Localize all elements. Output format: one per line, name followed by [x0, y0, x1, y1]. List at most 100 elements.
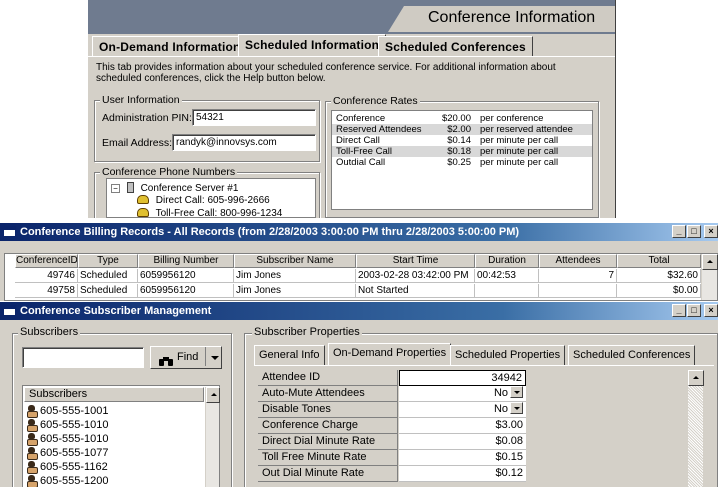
subscriber-title-bar[interactable]: Conference Subscriber Management _ □ ×: [0, 302, 718, 320]
person-icon: [27, 461, 38, 474]
list-item[interactable]: 605-555-1200: [27, 474, 109, 487]
rate-unit: per minute per call: [480, 135, 559, 146]
cell-billing-number[interactable]: 6059956120: [138, 284, 234, 298]
maximize-button[interactable]: □: [687, 225, 701, 238]
scroll-up-button[interactable]: [688, 370, 704, 386]
email-field[interactable]: randyk@innovsys.com: [172, 134, 316, 151]
rate-row: Outdial Call $0.25 per minute per call: [332, 157, 592, 168]
person-icon: [27, 405, 38, 418]
rate-unit: per reserved attendee: [480, 124, 573, 135]
tab-divider: [88, 56, 615, 57]
subscriber-number: 605-555-1010: [40, 419, 109, 431]
cell-total[interactable]: $0.00: [617, 284, 701, 298]
subscriber-list-header[interactable]: Subscribers: [24, 387, 204, 402]
tab-scheduled-information[interactable]: Scheduled Information: [238, 34, 387, 56]
cell-duration[interactable]: 00:42:53: [475, 269, 539, 283]
close-button[interactable]: ×: [704, 225, 718, 238]
cell-type[interactable]: Scheduled: [78, 269, 138, 283]
conference-charge-field[interactable]: $3.00: [399, 418, 526, 434]
col-header-attendees[interactable]: Attendees: [539, 254, 617, 268]
tree-node-direct[interactable]: Direct Call: 605-996-2666: [137, 195, 270, 206]
list-item[interactable]: 605-555-1162: [27, 460, 108, 474]
maximize-button[interactable]: □: [687, 304, 701, 317]
cell-conference-id[interactable]: 49746: [15, 269, 78, 283]
col-header-billing-number[interactable]: Billing Number: [138, 254, 234, 268]
cell-start-time[interactable]: Not Started: [356, 284, 475, 298]
out-dial-rate-field[interactable]: $0.12: [399, 466, 526, 482]
email-label: Email Address:: [102, 137, 173, 149]
rate-price: $2.00: [447, 124, 471, 135]
direct-dial-rate-field[interactable]: $0.08: [399, 434, 526, 450]
tree-node-server[interactable]: − Conference Server #1: [111, 182, 238, 194]
list-item[interactable]: 605-555-1010: [27, 432, 109, 446]
cell-duration[interactable]: [475, 284, 539, 298]
tree-node-tollfree[interactable]: Toll-Free Call: 800-996-1234: [137, 208, 282, 218]
find-button[interactable]: Find: [150, 346, 222, 369]
scroll-up-button[interactable]: [206, 387, 220, 403]
cell-attendees[interactable]: 7: [539, 269, 617, 283]
minimize-button[interactable]: _: [672, 225, 686, 238]
rate-price: $0.18: [447, 146, 471, 157]
cell-subscriber-name[interactable]: Jim Jones: [234, 269, 356, 283]
rate-unit: per conference: [480, 113, 544, 124]
server-label: Conference Server #1: [140, 183, 239, 194]
rate-price: $20.00: [441, 113, 471, 124]
col-header-subscriber-name[interactable]: Subscriber Name: [234, 254, 356, 268]
minimize-button[interactable]: _: [672, 304, 686, 317]
attendee-id-field[interactable]: 34942: [399, 370, 526, 386]
collapse-icon[interactable]: −: [111, 184, 120, 193]
window-icon: [3, 226, 16, 237]
cell-total[interactable]: $32.60: [617, 269, 701, 283]
chevron-down-icon[interactable]: [510, 386, 523, 398]
subscriber-number: 605-555-1200: [40, 475, 109, 487]
disable-tones-select[interactable]: No: [399, 402, 526, 418]
rates-list: Conference $20.00 per conference Reserve…: [331, 110, 593, 210]
subscriber-management-window: Conference Subscriber Management _ □ × S…: [0, 302, 718, 487]
tab-description: This tab provides information about your…: [96, 62, 556, 84]
col-header-start-time[interactable]: Start Time: [356, 254, 475, 268]
col-header-type[interactable]: Type: [78, 254, 138, 268]
rate-row: Conference $20.00 per conference: [332, 113, 592, 124]
cell-start-time[interactable]: 2003-02-28 03:42:00 PM: [356, 269, 475, 283]
cell-subscriber-name[interactable]: Jim Jones: [234, 284, 356, 298]
tab-on-demand-information[interactable]: On-Demand Information: [92, 36, 248, 56]
phone-numbers-tree: − Conference Server #1 Direct Call: 605-…: [106, 178, 316, 218]
cell-attendees[interactable]: [539, 284, 617, 298]
col-header-duration[interactable]: Duration: [475, 254, 539, 268]
chevron-down-icon[interactable]: [510, 402, 523, 414]
tab-scheduled-properties[interactable]: Scheduled Properties: [450, 345, 566, 365]
list-item[interactable]: 605-555-1010: [27, 418, 109, 432]
billing-scrollbar[interactable]: [701, 254, 718, 300]
prop-label-toll-free-rate: Toll Free Minute Rate: [258, 450, 398, 466]
prop-label-out-dial-rate: Out Dial Minute Rate: [258, 466, 398, 482]
server-icon: [126, 182, 134, 193]
billing-grid: ConferenceID Type Billing Number Subscri…: [4, 253, 718, 301]
toll-free-rate-field[interactable]: $0.15: [399, 450, 526, 466]
tab-scheduled-conferences[interactable]: Scheduled Conferences: [568, 345, 696, 365]
subscriber-search-input[interactable]: [22, 347, 144, 368]
list-item[interactable]: 605-555-1001: [27, 404, 109, 418]
col-header-conferenceid[interactable]: ConferenceID: [15, 254, 78, 268]
properties-scrollbar[interactable]: [687, 370, 704, 487]
find-dropdown-icon[interactable]: [205, 347, 206, 366]
cell-billing-number[interactable]: 6059956120: [138, 269, 234, 283]
subscriber-list-scrollbar[interactable]: [205, 387, 220, 487]
auto-mute-select[interactable]: No: [399, 386, 526, 402]
rate-row: Direct Call $0.14 per minute per call: [332, 135, 592, 146]
list-item[interactable]: 605-555-1077: [27, 446, 109, 460]
find-label: Find: [177, 351, 199, 363]
tab-general-info[interactable]: General Info: [254, 345, 325, 365]
close-button[interactable]: ×: [704, 304, 718, 317]
col-header-total[interactable]: Total: [617, 254, 701, 268]
pin-field[interactable]: 54321: [192, 109, 316, 126]
phone-numbers-label: Conference Phone Numbers: [100, 166, 238, 178]
window-title: Conference Information: [428, 9, 596, 26]
cell-conference-id[interactable]: 49758: [15, 284, 78, 298]
billing-title-bar[interactable]: Conference Billing Records - All Records…: [0, 223, 718, 241]
tab-on-demand-properties[interactable]: On-Demand Properties: [328, 343, 452, 365]
tab-scheduled-conferences[interactable]: Scheduled Conferences: [378, 36, 533, 56]
scroll-up-button[interactable]: [702, 254, 718, 270]
cell-type[interactable]: Scheduled: [78, 284, 138, 298]
person-icon: [27, 433, 38, 446]
disable-tones-value: No: [493, 403, 508, 415]
